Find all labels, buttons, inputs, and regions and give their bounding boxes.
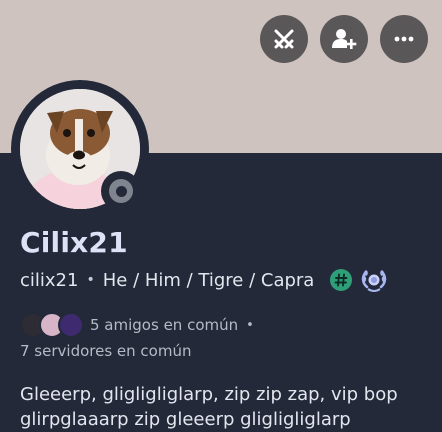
swords-icon bbox=[271, 26, 297, 52]
profile-actions bbox=[260, 15, 428, 63]
profile-card: Cilix21 cilix21 • He / Him / Tigre / Cap… bbox=[0, 0, 442, 432]
profile-bio: Gleeerp, gligligliglarp, zip zip zap, vi… bbox=[20, 384, 398, 430]
swords-button[interactable] bbox=[260, 15, 308, 63]
mutual-friends-count[interactable]: 5 amigos en común bbox=[90, 316, 238, 334]
username[interactable]: cilix21 bbox=[20, 270, 78, 291]
add-friend-button[interactable] bbox=[320, 15, 368, 63]
status-indicator bbox=[101, 171, 141, 211]
display-name: Cilix21 bbox=[20, 226, 128, 259]
mutual-servers-count[interactable]: 7 servidores en común bbox=[20, 342, 191, 360]
offline-status-icon bbox=[109, 179, 133, 203]
separator-dot: • bbox=[86, 272, 95, 288]
tag-badge[interactable] bbox=[330, 269, 353, 291]
identity-line: cilix21 • He / Him / Tigre / Capra bbox=[20, 266, 388, 294]
avatar bbox=[58, 312, 84, 338]
add-friend-icon bbox=[331, 26, 357, 52]
mutual-friends-avatars bbox=[20, 312, 84, 338]
separator-dot: • bbox=[246, 317, 254, 333]
pronouns: He / Him / Tigre / Capra bbox=[102, 269, 315, 291]
hashtag-icon bbox=[334, 273, 348, 287]
more-icon bbox=[391, 26, 417, 52]
mutual-friends-row[interactable]: 5 amigos en común • bbox=[20, 312, 254, 338]
avatar-frame bbox=[11, 80, 149, 218]
wreath-badge-icon[interactable] bbox=[360, 266, 388, 294]
more-button[interactable] bbox=[380, 15, 428, 63]
